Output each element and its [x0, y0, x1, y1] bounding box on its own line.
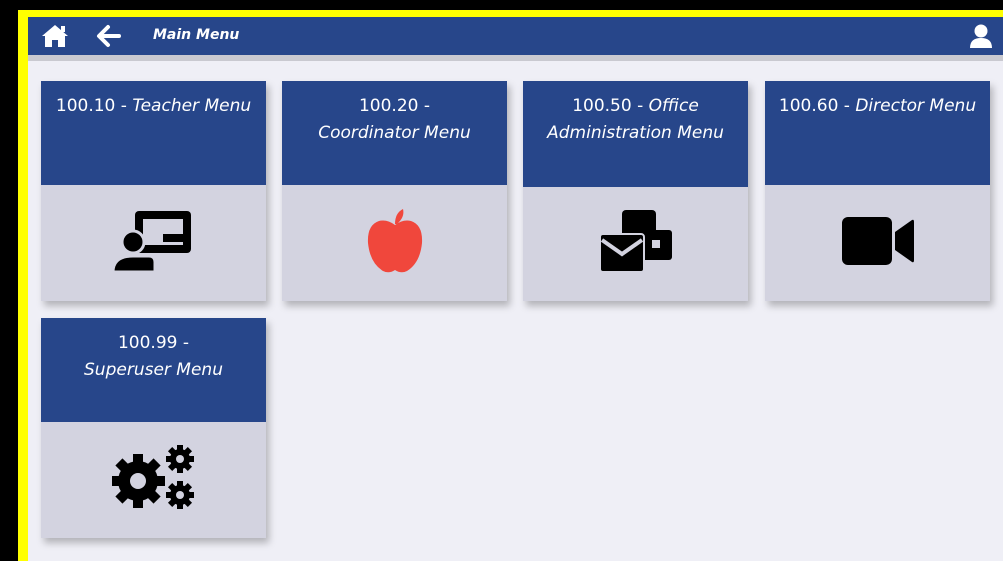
tile-body: [282, 185, 507, 301]
mail-envelope-icon: [598, 208, 674, 280]
tile-name: Superuser Menu: [84, 360, 223, 380]
tile-body: [41, 185, 266, 301]
tile-body: [523, 187, 748, 301]
tile-header: 100.99 - Superuser Menu: [41, 318, 266, 422]
gears-icon: [110, 445, 196, 515]
tile-name: Coordinator Menu: [318, 123, 471, 143]
teacher-presentation-icon: [110, 208, 195, 278]
video-camera-icon: [840, 215, 916, 271]
tile-director-menu[interactable]: 100.60 - Director Menu: [765, 81, 990, 301]
tile-name: Teacher Menu: [132, 96, 252, 116]
tile-code: 100.50 -: [572, 96, 644, 116]
tile-office-administration-menu[interactable]: 100.50 - Office Administration Menu: [523, 81, 748, 301]
home-icon[interactable]: [40, 23, 70, 53]
page-title: Main Menu: [153, 27, 240, 43]
tile-header: 100.60 - Director Menu: [765, 81, 990, 185]
tile-header: 100.50 - Office Administration Menu: [523, 81, 748, 187]
tile-header: 100.20 - Coordinator Menu: [282, 81, 507, 185]
tile-name: Director Menu: [855, 96, 977, 116]
user-icon[interactable]: [968, 23, 994, 53]
tile-code: 100.99 -: [117, 333, 190, 353]
back-arrow-icon[interactable]: [96, 23, 122, 53]
tile-coordinator-menu[interactable]: 100.20 - Coordinator Menu: [282, 81, 507, 301]
top-bar: Main Menu: [28, 17, 1003, 55]
tile-header: 100.10 - Teacher Menu: [41, 81, 266, 185]
apple-icon: [365, 207, 425, 279]
tile-body: [41, 422, 266, 538]
tile-code: 100.20 -: [358, 96, 431, 116]
tile-code: 100.60 -: [778, 96, 850, 116]
tile-superuser-menu[interactable]: 100.99 - Superuser Menu: [41, 318, 266, 538]
tile-teacher-menu[interactable]: 100.10 - Teacher Menu: [41, 81, 266, 301]
screen-frame: Main Menu 100.10 - Teacher Menu 100.20 -…: [18, 10, 1003, 561]
tile-code: 100.10 -: [55, 96, 127, 116]
tile-body: [765, 185, 990, 301]
header-separator: [28, 55, 1003, 61]
app-window: Main Menu 100.10 - Teacher Menu 100.20 -…: [28, 17, 1003, 561]
